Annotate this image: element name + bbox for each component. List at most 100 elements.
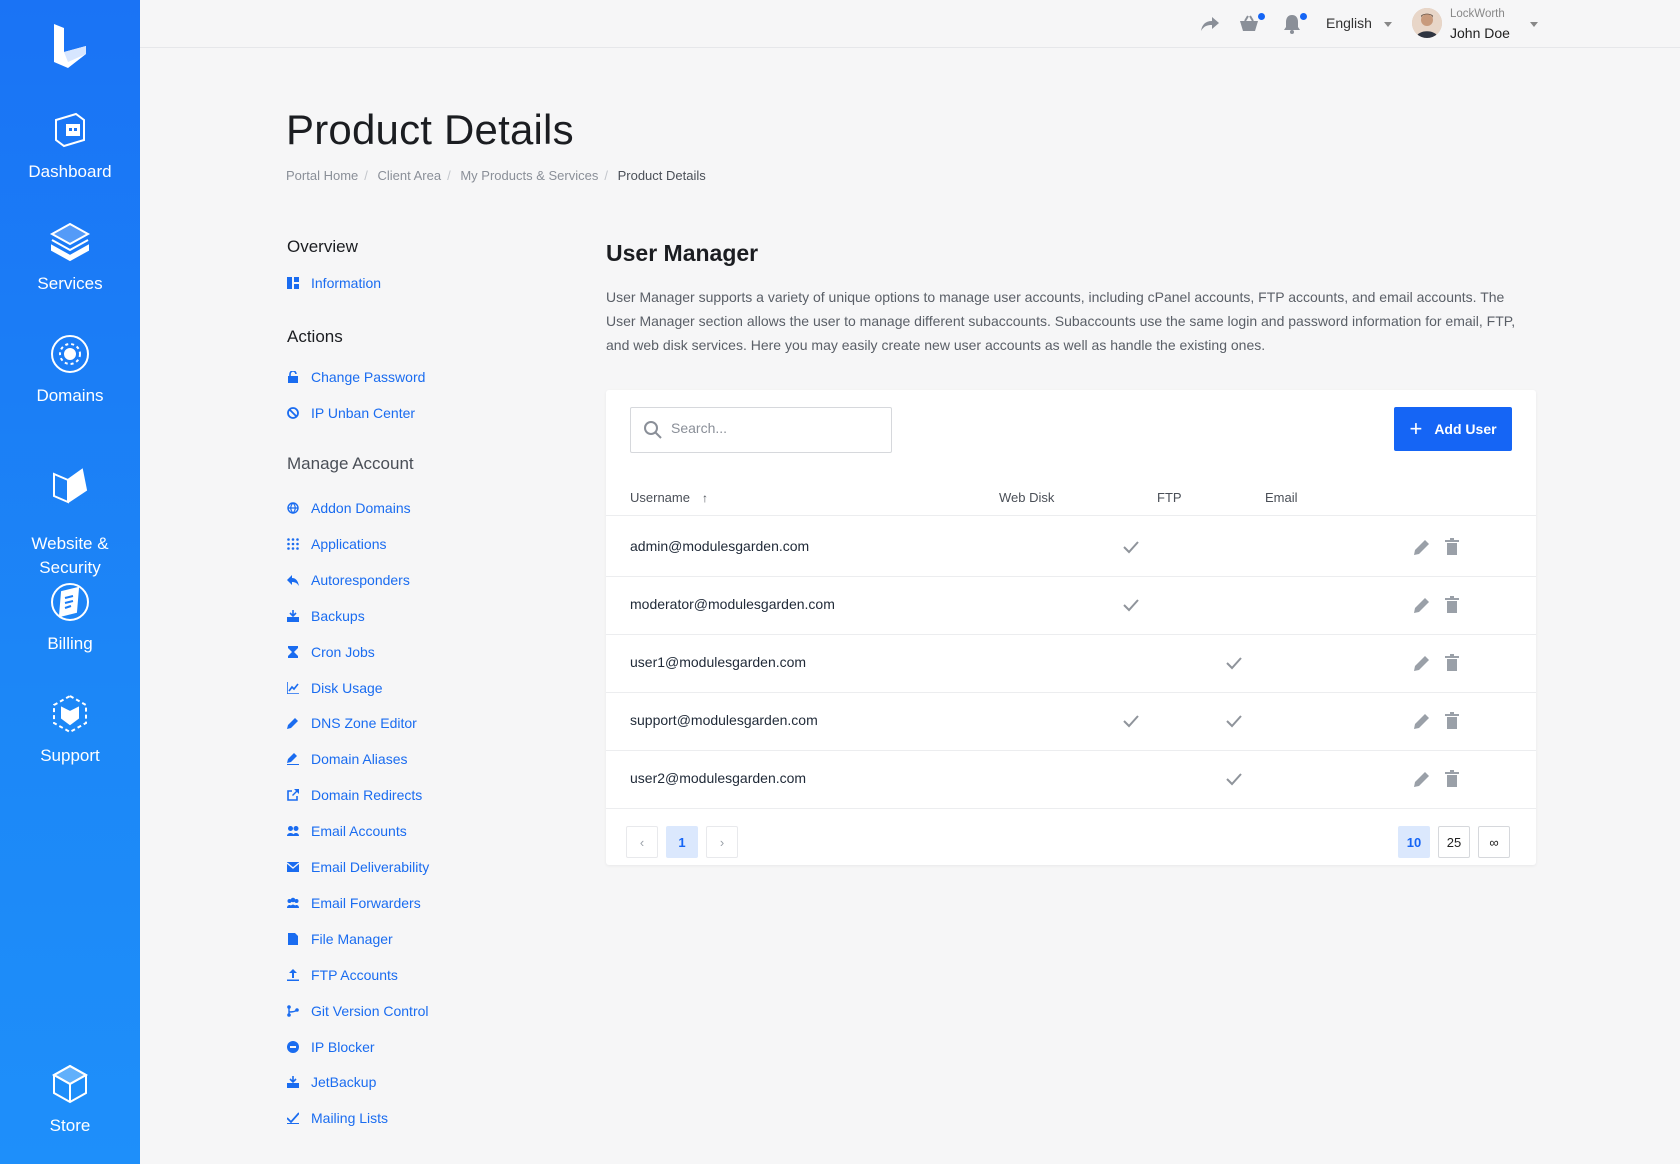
- menu-item-backups[interactable]: Backups: [287, 608, 365, 624]
- breadcrumb: Portal Home / Client Area / My Products & …: [286, 168, 706, 183]
- menu-item-label: Change Password: [311, 369, 426, 385]
- menu-item-label: JetBackup: [311, 1074, 377, 1091]
- column-webdisk: Web Disk: [999, 490, 1055, 505]
- store-icon: [51, 1064, 89, 1104]
- section-description: User Manager supports a variety of uniqu…: [606, 289, 1516, 353]
- menu-heading-actions: Actions: [287, 327, 343, 346]
- edit-icon[interactable]: [1412, 769, 1432, 789]
- topbar: English LockWorth John Doe: [140, 0, 1680, 48]
- sidebar-item-billing[interactable]: Billing: [0, 578, 140, 656]
- menu-item-label: Backups: [311, 607, 365, 624]
- sidebar-item-label: Dashboard: [28, 162, 112, 181]
- ftp-check-icon: [1121, 711, 1141, 731]
- trash-icon[interactable]: [1442, 653, 1462, 673]
- username-cell: moderator@modulesgarden.com: [630, 596, 835, 612]
- menu-item-dns-zone-editor[interactable]: DNS Zone Editor: [287, 715, 417, 731]
- trash-icon[interactable]: [1442, 537, 1462, 557]
- next-page-button[interactable]: ›: [706, 826, 738, 858]
- menu-item-ip-blocker[interactable]: IP Blocker: [287, 1039, 375, 1055]
- menu-item-information[interactable]: Information: [287, 275, 381, 291]
- page-size-25[interactable]: 25: [1438, 826, 1470, 858]
- sidebar-item-store[interactable]: Store: [0, 1060, 140, 1138]
- language-label: English: [1326, 15, 1372, 31]
- sidebar: Dashboard Services Domains Website & Sec…: [0, 0, 140, 1164]
- page-size-all[interactable]: ∞: [1478, 826, 1510, 858]
- cart-badge-dot: [1258, 13, 1265, 20]
- menu-item-email-accounts[interactable]: Email Accounts: [287, 823, 407, 839]
- sidebar-item-support[interactable]: Support: [0, 690, 140, 768]
- menu-item-addon-domains[interactable]: Addon Domains: [287, 500, 411, 516]
- services-icon: [49, 222, 91, 262]
- table-row: user2@modulesgarden.com: [606, 749, 1536, 809]
- dashboard-icon: [55, 112, 85, 148]
- edit-icon[interactable]: [1412, 711, 1432, 731]
- column-username-label: Username: [630, 490, 690, 505]
- breadcrumb-my-products[interactable]: My Products & Services: [460, 168, 598, 183]
- table-row: admin@modulesgarden.com: [606, 517, 1536, 577]
- hourglass-icon: [288, 645, 298, 658]
- sidebar-item-dashboard[interactable]: Dashboard: [0, 106, 140, 184]
- email-check-icon: [1224, 653, 1244, 673]
- sidebar-item-website-security[interactable]: Website & Security: [0, 442, 140, 598]
- page-button-1[interactable]: 1: [666, 826, 698, 858]
- menu-item-label: Email Forwarders: [311, 894, 421, 911]
- menu-item-label: Domain Redirects: [311, 787, 423, 804]
- menu-item-label: Information: [311, 275, 382, 291]
- add-user-button[interactable]: + Add User: [1394, 407, 1512, 451]
- breadcrumb-portal-home[interactable]: Portal Home: [286, 168, 358, 183]
- grid-icon: [287, 538, 299, 550]
- menu-item-disk-usage[interactable]: Disk Usage: [287, 680, 383, 696]
- menu-heading-manage-account: Manage Account: [287, 454, 414, 473]
- pagination: ‹ 1 › 10 25 ∞: [606, 826, 1536, 858]
- menu-item-email-deliverability[interactable]: Email Deliverability: [287, 859, 429, 875]
- edit-icon[interactable]: [1412, 537, 1432, 557]
- menu-item-change-password[interactable]: Change Password: [287, 369, 425, 385]
- menu-item-autoresponders[interactable]: Autoresponders: [287, 572, 410, 588]
- menu-item-ip-unban-center[interactable]: IP Unban Center: [287, 405, 415, 421]
- menu-item-domain-aliases[interactable]: Domain Aliases: [287, 751, 408, 767]
- menu-item-jetbackup[interactable]: JetBackup: [287, 1074, 376, 1090]
- alias-icon: [287, 753, 299, 766]
- menu-item-git-version-control[interactable]: Git Version Control: [287, 1003, 429, 1019]
- trash-icon[interactable]: [1442, 711, 1462, 731]
- menu-item-label: Applications: [311, 535, 387, 552]
- trash-icon[interactable]: [1442, 769, 1462, 789]
- edit-icon[interactable]: [1412, 595, 1432, 615]
- prev-page-button[interactable]: ‹: [626, 826, 658, 858]
- check-icon: [287, 1112, 299, 1125]
- trash-icon[interactable]: [1442, 595, 1462, 615]
- share-icon[interactable]: [1198, 12, 1222, 36]
- language-selector[interactable]: English: [1326, 15, 1392, 31]
- column-username[interactable]: Username ↑: [630, 490, 708, 505]
- section-title: User Manager: [606, 240, 759, 266]
- menu-item-mailing-lists[interactable]: Mailing Lists: [287, 1110, 388, 1126]
- website-security-icon: [53, 468, 88, 504]
- globe-icon: [287, 502, 299, 514]
- menu-item-label: Domain Aliases: [311, 751, 408, 768]
- username-cell: user1@modulesgarden.com: [630, 654, 807, 670]
- user-name[interactable]: John Doe: [1450, 25, 1510, 41]
- page-size-10[interactable]: 10: [1398, 826, 1430, 858]
- breadcrumb-client-area[interactable]: Client Area: [378, 168, 442, 183]
- sidebar-item-domains[interactable]: Domains: [0, 330, 140, 408]
- avatar[interactable]: [1412, 8, 1442, 38]
- menu-item-ftp-accounts[interactable]: FTP Accounts: [287, 967, 398, 983]
- menu-item-applications[interactable]: Applications: [287, 536, 387, 552]
- billing-icon: [51, 583, 89, 621]
- information-icon: [287, 277, 299, 289]
- sidebar-item-services[interactable]: Services: [0, 218, 140, 296]
- menu-item-domain-redirects[interactable]: Domain Redirects: [287, 787, 422, 803]
- user-menu-chevron-icon[interactable]: [1530, 22, 1538, 27]
- menu-item-label: FTP Accounts: [311, 966, 398, 983]
- table-row: support@modulesgarden.com: [606, 691, 1536, 751]
- menu-item-cron-jobs[interactable]: Cron Jobs: [287, 644, 375, 660]
- email-check-icon: [1224, 769, 1244, 789]
- brand-logo[interactable]: [50, 22, 90, 70]
- minus-circle-icon: [287, 1040, 299, 1053]
- menu-item-label: Autoresponders: [311, 571, 410, 588]
- edit-icon[interactable]: [1412, 653, 1432, 673]
- menu-item-file-manager[interactable]: File Manager: [287, 931, 393, 947]
- menu-item-email-forwarders[interactable]: Email Forwarders: [287, 895, 421, 911]
- search-input[interactable]: [671, 420, 881, 436]
- menu-item-label: Addon Domains: [311, 500, 411, 516]
